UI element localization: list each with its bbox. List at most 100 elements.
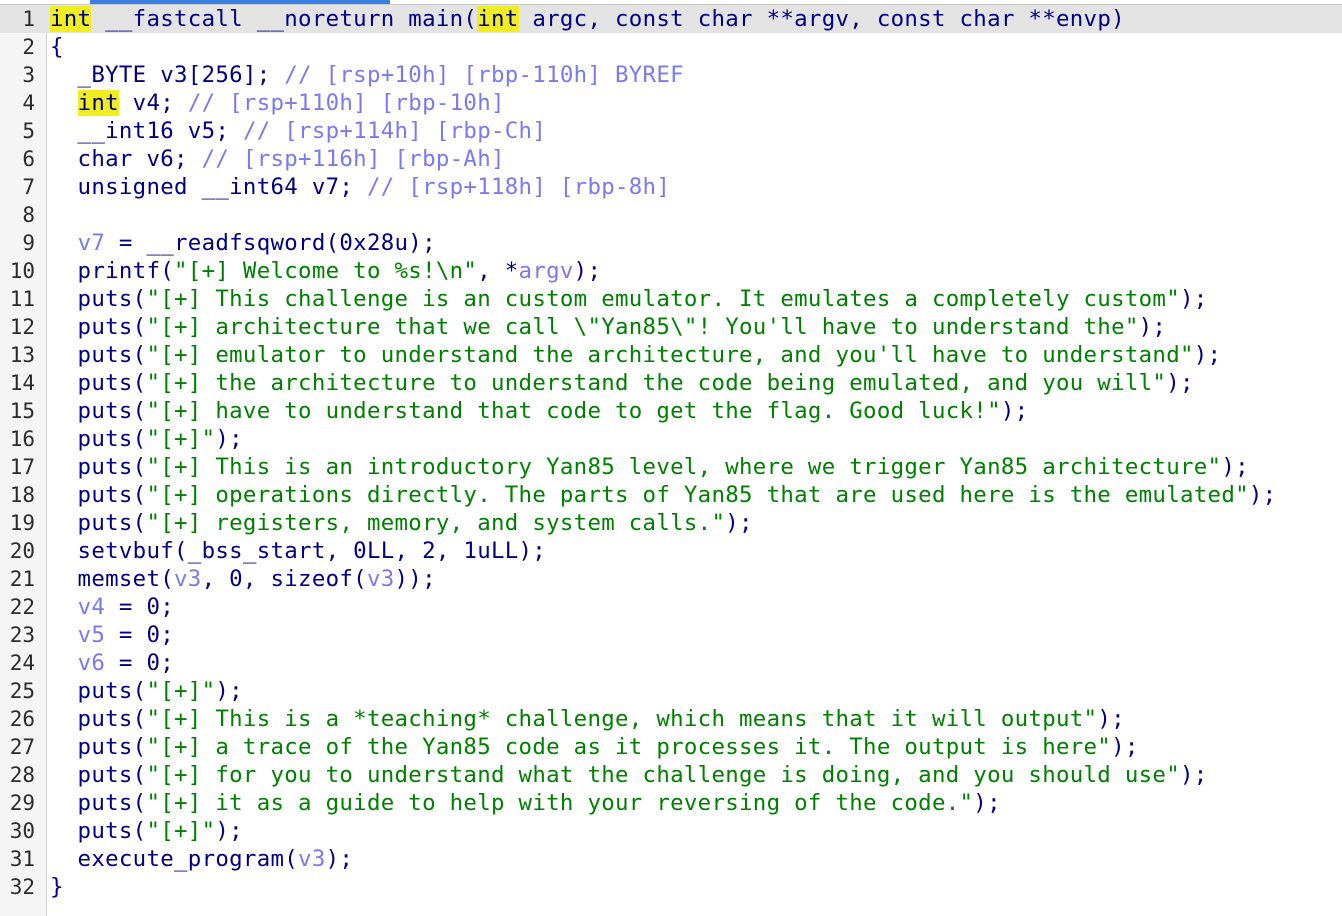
code-token[interactable]: puts(	[50, 314, 147, 340]
code-token[interactable]: );	[973, 790, 1001, 816]
code-line[interactable]: 27 puts("[+] a trace of the Yan85 code a…	[0, 733, 1342, 761]
code-token[interactable]: );	[1166, 370, 1194, 396]
code-line[interactable]: 20 setvbuf(_bss_start, 0LL, 2, 1uLL);	[0, 537, 1342, 565]
code-line[interactable]: 3 _BYTE v3[256]; // [rsp+10h] [rbp-110h]…	[0, 61, 1342, 89]
code-line[interactable]: 28 puts("[+] for you to understand what …	[0, 761, 1342, 789]
code-line[interactable]: 10 printf("[+] Welcome to %s!\n", *argv)…	[0, 257, 1342, 285]
code-token[interactable]: setvbuf(_bss_start, 0LL, 2, 1uLL);	[50, 538, 546, 564]
code-token[interactable]: = 0;	[105, 650, 174, 676]
comment[interactable]: // [rsp+10h] [rbp-110h] BYREF	[284, 62, 684, 88]
code-line[interactable]: 22 v4 = 0;	[0, 593, 1342, 621]
code-text[interactable]: _BYTE v3[256]; // [rsp+10h] [rbp-110h] B…	[50, 61, 684, 89]
code-token[interactable]: );	[1001, 398, 1029, 424]
code-line[interactable]: 9 v7 = __readfsqword(0x28u);	[0, 229, 1342, 257]
code-text[interactable]: puts("[+]");	[50, 425, 243, 453]
code-token[interactable]: = 0;	[105, 594, 174, 620]
code-token[interactable]: = 0;	[105, 622, 174, 648]
highlighted-keyword[interactable]: int	[477, 6, 519, 32]
code-line[interactable]: 5 __int16 v5; // [rsp+114h] [rbp-Ch]	[0, 117, 1342, 145]
code-line[interactable]: 18 puts("[+] operations directly. The pa…	[0, 481, 1342, 509]
code-token[interactable]: puts(	[50, 398, 147, 424]
code-text[interactable]: memset(v3, 0, sizeof(v3));	[50, 565, 436, 593]
code-token[interactable]: = __readfsqword(0x28u);	[105, 230, 436, 256]
comment[interactable]: // [rsp+118h] [rbp-8h]	[367, 174, 670, 200]
code-text[interactable]: puts("[+] operations directly. The parts…	[50, 481, 1277, 509]
code-token[interactable]	[50, 622, 78, 648]
code-token[interactable]: execute_program(	[50, 846, 298, 872]
code-text[interactable]: char v6; // [rsp+116h] [rbp-Ah]	[50, 145, 505, 173]
code-line[interactable]: 25 puts("[+]");	[0, 677, 1342, 705]
code-token[interactable]: );	[326, 846, 354, 872]
string-literal[interactable]: "[+] emulator to understand the architec…	[146, 342, 1193, 368]
code-token[interactable]: , 0, sizeof(	[202, 566, 367, 592]
code-line[interactable]: 26 puts("[+] This is a *teaching* challe…	[0, 705, 1342, 733]
code-token[interactable]: __fastcall __noreturn main(	[91, 6, 477, 32]
variable[interactable]: v3	[367, 566, 395, 592]
code-text[interactable]: unsigned __int64 v7; // [rsp+118h] [rbp-…	[50, 173, 670, 201]
code-text[interactable]: printf("[+] Welcome to %s!\n", *argv);	[50, 257, 601, 285]
code-line[interactable]: 29 puts("[+] it as a guide to help with …	[0, 789, 1342, 817]
code-token[interactable]	[50, 230, 78, 256]
code-token[interactable]: puts(	[50, 370, 147, 396]
string-literal[interactable]: "[+]"	[146, 426, 215, 452]
code-token[interactable]	[50, 90, 78, 116]
code-text[interactable]: puts("[+] it as a guide to help with you…	[50, 789, 1001, 817]
string-literal[interactable]: "[+] Welcome to %s!\n"	[174, 258, 477, 284]
string-literal[interactable]: "[+] for you to understand what the chal…	[146, 762, 1180, 788]
code-text[interactable]: v4 = 0;	[50, 593, 174, 621]
code-token[interactable]: _BYTE v3[256];	[50, 62, 284, 88]
code-line[interactable]: 24 v6 = 0;	[0, 649, 1342, 677]
code-text[interactable]: puts("[+] This challenge is an custom em…	[50, 285, 1208, 313]
code-token[interactable]: puts(	[50, 706, 147, 732]
code-token[interactable]: );	[1249, 482, 1277, 508]
highlighted-keyword[interactable]: int	[50, 6, 92, 32]
code-token[interactable]: }	[50, 874, 64, 900]
string-literal[interactable]: "[+] architecture that we call \"Yan85\"…	[146, 314, 1138, 340]
highlighted-keyword[interactable]: int	[77, 90, 119, 116]
code-token[interactable]: memset(	[50, 566, 174, 592]
string-literal[interactable]: "[+] This is an introductory Yan85 level…	[146, 454, 1221, 480]
code-text[interactable]: puts("[+] emulator to understand the arc…	[50, 341, 1222, 369]
code-line[interactable]: 13 puts("[+] emulator to understand the …	[0, 341, 1342, 369]
code-text[interactable]: {	[50, 33, 64, 61]
string-literal[interactable]: "[+] the architecture to understand the …	[146, 370, 1166, 396]
code-token[interactable]: );	[574, 258, 602, 284]
code-text[interactable]: puts("[+]");	[50, 677, 243, 705]
code-text[interactable]: puts("[+] the architecture to understand…	[50, 369, 1194, 397]
code-text[interactable]: int v4; // [rsp+110h] [rbp-10h]	[50, 89, 505, 117]
code-token[interactable]: );	[725, 510, 753, 536]
code-token[interactable]: char v6;	[50, 146, 202, 172]
string-literal[interactable]: "[+] registers, memory, and system calls…	[146, 510, 725, 536]
code-line[interactable]: 1 int __fastcall __noreturn main(int argc…	[0, 5, 1342, 33]
code-token[interactable]: puts(	[50, 510, 147, 536]
code-token[interactable]: );	[1180, 286, 1208, 312]
code-text[interactable]: puts("[+] for you to understand what the…	[50, 761, 1208, 789]
code-token[interactable]: ));	[395, 566, 436, 592]
code-line[interactable]: 7 unsigned __int64 v7; // [rsp+118h] [rb…	[0, 173, 1342, 201]
code-token[interactable]: );	[1139, 314, 1167, 340]
code-line[interactable]: 32}	[0, 873, 1342, 901]
string-literal[interactable]: "[+]"	[146, 818, 215, 844]
code-token[interactable]: , *	[477, 258, 518, 284]
code-line[interactable]: 19 puts("[+] registers, memory, and syst…	[0, 509, 1342, 537]
code-text[interactable]: execute_program(v3);	[50, 845, 353, 873]
variable[interactable]: v3	[298, 846, 326, 872]
code-line[interactable]: 12 puts("[+] architecture that we call \…	[0, 313, 1342, 341]
code-token[interactable]: puts(	[50, 790, 147, 816]
code-line[interactable]: 31 execute_program(v3);	[0, 845, 1342, 873]
string-literal[interactable]: "[+] it as a guide to help with your rev…	[146, 790, 973, 816]
variable[interactable]: v4	[78, 594, 106, 620]
code-line[interactable]: 4 int v4; // [rsp+110h] [rbp-10h]	[0, 89, 1342, 117]
code-token[interactable]: );	[1111, 734, 1139, 760]
code-token[interactable]: puts(	[50, 762, 147, 788]
code-token[interactable]: puts(	[50, 286, 147, 312]
code-token[interactable]: puts(	[50, 454, 147, 480]
code-line[interactable]: 14 puts("[+] the architecture to underst…	[0, 369, 1342, 397]
code-line[interactable]: 8	[0, 201, 1342, 229]
code-line[interactable]: 17 puts("[+] This is an introductory Yan…	[0, 453, 1342, 481]
string-literal[interactable]: "[+]"	[146, 678, 215, 704]
code-token[interactable]: );	[1221, 454, 1249, 480]
code-line[interactable]: 6 char v6; // [rsp+116h] [rbp-Ah]	[0, 145, 1342, 173]
comment[interactable]: // [rsp+116h] [rbp-Ah]	[202, 146, 505, 172]
code-line[interactable]: 30 puts("[+]");	[0, 817, 1342, 845]
